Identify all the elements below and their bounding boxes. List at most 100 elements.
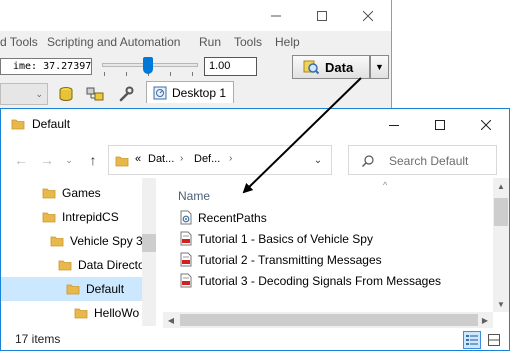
data-button-label: Data	[325, 59, 354, 75]
chevron-down-icon: ⌄	[65, 154, 73, 165]
search-box[interactable]: Search Default	[348, 145, 497, 175]
file-name: Tutorial 3 - Decoding Signals From Messa…	[198, 273, 441, 288]
wrench-icon	[119, 86, 134, 102]
vs3-file-icon	[180, 231, 192, 246]
navigation-pane-scrollbar[interactable]	[142, 178, 156, 326]
details-view-icon	[466, 335, 478, 345]
close-icon	[481, 119, 491, 130]
search-icon	[362, 155, 374, 167]
nav-tree-item-default[interactable]: Default	[1, 277, 156, 301]
window-title: Default	[32, 117, 71, 131]
file-row-recentpaths[interactable]: RecentPaths	[179, 207, 267, 228]
nav-tree-item-games[interactable]: Games	[1, 181, 156, 205]
column-header-name[interactable]: Name	[178, 189, 210, 203]
chevron-down-icon: ⌄	[313, 154, 323, 166]
search-placeholder: Search Default	[389, 154, 469, 168]
bg-close-button[interactable]	[345, 0, 391, 31]
folder-icon	[42, 188, 56, 199]
up-button[interactable]: ↑	[85, 152, 101, 168]
wrench-tool-button[interactable]	[113, 82, 139, 106]
close-icon	[363, 10, 373, 21]
details-view-button[interactable]	[463, 331, 481, 349]
folder-icon	[115, 156, 129, 167]
file-row-tutorial-1[interactable]: Tutorial 1 - Basics of Vehicle Spy	[179, 228, 373, 249]
nav-tree-label: Data Directo	[78, 258, 145, 272]
horizontal-scroll-thumb[interactable]	[180, 314, 478, 326]
file-list-vertical-scrollbar[interactable]: ▲ ▼	[493, 178, 509, 312]
folder-icon	[66, 284, 80, 295]
zoom-input[interactable]: 1.00	[204, 57, 257, 76]
nav-tree-item-hellowo[interactable]: HelloWo	[1, 301, 156, 325]
toolbar-combo[interactable]: ⌄	[0, 83, 48, 105]
maximize-button[interactable]	[417, 109, 463, 140]
database-tool-button[interactable]	[53, 82, 79, 106]
chevron-down-icon: ⌄	[35, 88, 43, 99]
nav-tree-item-intrepidcs[interactable]: IntrepidCS	[1, 205, 156, 229]
menu-tools[interactable]: Tools	[234, 35, 262, 49]
navigation-scroll-thumb[interactable]	[142, 234, 156, 252]
maximize-icon	[317, 10, 327, 21]
address-bar[interactable]: « Dat... › Def... › ⌄ ↻	[108, 145, 433, 175]
close-button[interactable]	[463, 109, 509, 140]
nav-tree-label: IntrepidCS	[62, 210, 119, 224]
menu-scripting[interactable]: Scripting and Automation	[47, 35, 180, 49]
folder-icon	[42, 212, 56, 223]
large-icons-view-button[interactable]	[485, 331, 503, 349]
config-file-icon	[180, 210, 192, 225]
minimize-button[interactable]	[371, 109, 417, 140]
data-button[interactable]: Data	[292, 55, 370, 79]
background-titlebar	[0, 0, 391, 31]
scroll-up-icon[interactable]: ▲	[493, 178, 509, 194]
breadcrumb-default[interactable]: Def...	[194, 153, 220, 165]
back-button[interactable]: ←	[13, 152, 29, 168]
folder-icon	[58, 260, 72, 271]
forward-button[interactable]: →	[39, 152, 55, 168]
slider-tick	[104, 72, 105, 76]
explorer-titlebar: Default	[1, 109, 509, 140]
file-name: Tutorial 2 - Transmitting Messages	[198, 252, 382, 267]
bg-minimize-button[interactable]	[253, 0, 299, 31]
nav-tree-label: HelloWo	[94, 306, 140, 320]
data-dropdown-button[interactable]: ▼	[370, 55, 389, 79]
vertical-scroll-thumb[interactable]	[494, 198, 508, 226]
playback-slider-thumb[interactable]	[143, 57, 153, 74]
address-history-dropdown[interactable]: ⌄	[305, 146, 331, 174]
arrow-up-icon: ↑	[89, 152, 97, 168]
folder-icon	[74, 308, 88, 319]
breadcrumb-separator-icon[interactable]: ›	[180, 153, 183, 164]
arrow-right-icon: →	[40, 152, 54, 168]
network-database-icon	[86, 87, 104, 101]
scroll-right-icon[interactable]: ▶	[477, 312, 493, 328]
scroll-left-icon[interactable]: ◀	[163, 312, 179, 328]
file-row-tutorial-3[interactable]: Tutorial 3 - Decoding Signals From Messa…	[179, 270, 441, 291]
nav-tree-item-data-directory[interactable]: Data Directo	[1, 253, 156, 277]
scroll-down-icon[interactable]: ▼	[493, 296, 509, 312]
maximize-icon	[435, 119, 445, 130]
breadcrumb-separator-icon[interactable]: ›	[229, 153, 232, 164]
file-list-horizontal-scrollbar[interactable]: ◀ ▶	[163, 312, 493, 328]
folder-icon	[11, 119, 25, 130]
recent-locations-button[interactable]: ⌄	[61, 152, 77, 168]
item-count: 17 items	[15, 332, 61, 346]
menu-tools-partial[interactable]: d Tools	[0, 35, 38, 49]
breadcrumb-overflow[interactable]: «	[135, 153, 141, 165]
breadcrumb-data-directory[interactable]: Dat...	[148, 153, 174, 165]
minimize-icon	[389, 124, 399, 126]
nav-tree-item-vehicle-spy-3[interactable]: Vehicle Spy 3	[1, 229, 156, 253]
menu-help[interactable]: Help	[275, 35, 300, 49]
folder-icon	[50, 236, 64, 247]
menu-run[interactable]: Run	[199, 35, 221, 49]
nav-tree-label: Vehicle Spy 3	[70, 234, 143, 248]
background-app-window: d Tools Scripting and Automation Run Too…	[0, 0, 392, 110]
nav-tree-label: Default	[86, 282, 125, 296]
caret-down-icon: ▼	[375, 62, 384, 72]
slider-tick	[170, 72, 171, 76]
tab-label: Desktop 1	[172, 85, 227, 100]
file-name: Tutorial 1 - Basics of Vehicle Spy	[198, 231, 373, 246]
sort-caret-icon[interactable]: ^	[383, 180, 387, 190]
file-row-tutorial-2[interactable]: Tutorial 2 - Transmitting Messages	[179, 249, 382, 270]
tab-desktop-1[interactable]: Desktop 1	[146, 81, 234, 103]
nav-tree-label: Games	[62, 186, 101, 200]
network-tool-button[interactable]	[82, 82, 108, 106]
bg-maximize-button[interactable]	[299, 0, 345, 31]
